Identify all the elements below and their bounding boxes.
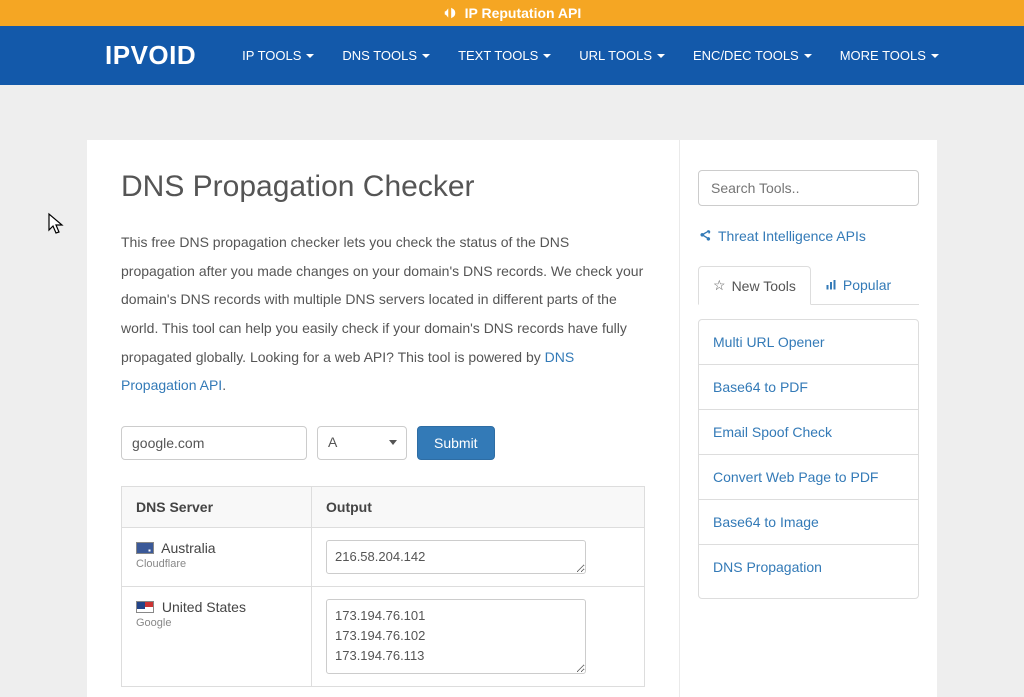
lookup-form: A Submit — [121, 426, 645, 460]
bullhorn-icon — [443, 6, 457, 20]
page-title: DNS Propagation Checker — [121, 170, 645, 204]
nav-url-tools[interactable]: URL TOOLS — [565, 26, 679, 85]
sidebar: Threat Intelligence APIs ☆ New Tools Pop… — [680, 140, 937, 697]
tab-popular[interactable]: Popular — [811, 266, 905, 304]
nav-more-tools[interactable]: MORE TOOLS — [826, 26, 953, 85]
search-input[interactable] — [698, 170, 919, 206]
nav-ip-tools[interactable]: IP TOOLS — [228, 26, 328, 85]
tool-item[interactable]: Multi URL Opener — [699, 320, 918, 365]
caret-icon — [804, 54, 812, 58]
tool-list[interactable]: Multi URL Opener Base64 to PDF Email Spo… — [698, 319, 919, 599]
tool-item[interactable]: Convert Web Page to PDF — [699, 455, 918, 500]
flag-icon-au — [136, 542, 154, 554]
server-country: Australia — [161, 540, 215, 556]
page-container: DNS Propagation Checker This free DNS pr… — [87, 140, 937, 697]
submit-button[interactable]: Submit — [417, 426, 495, 460]
server-country: United States — [162, 599, 246, 615]
main-content: DNS Propagation Checker This free DNS pr… — [87, 140, 680, 697]
flag-icon-us — [136, 601, 154, 613]
server-provider: Google — [136, 617, 297, 629]
caret-icon — [543, 54, 551, 58]
output-box[interactable]: 216.58.204.142 — [326, 540, 586, 574]
tab-new-tools[interactable]: ☆ New Tools — [698, 266, 811, 305]
brand-logo[interactable]: IPVOID — [105, 40, 196, 71]
threat-intelligence-link[interactable]: Threat Intelligence APIs — [698, 228, 866, 244]
cursor-icon — [47, 212, 67, 236]
top-banner[interactable]: IP Reputation API — [0, 0, 1024, 26]
tool-item[interactable]: DNS Propagation — [699, 545, 918, 589]
chevron-down-icon — [389, 440, 397, 445]
server-provider: Cloudflare — [136, 558, 297, 570]
table-row: Australia Cloudflare 216.58.204.142 — [122, 528, 645, 587]
caret-icon — [931, 54, 939, 58]
table-row: United States Google 173.194.76.101 173.… — [122, 587, 645, 686]
caret-icon — [422, 54, 430, 58]
tool-item[interactable]: Base64 to PDF — [699, 365, 918, 410]
nav-dns-tools[interactable]: DNS TOOLS — [328, 26, 444, 85]
navbar: IPVOID IP TOOLS DNS TOOLS TEXT TOOLS URL… — [0, 26, 1024, 85]
star-icon: ☆ — [713, 277, 726, 294]
bar-chart-icon — [825, 279, 837, 291]
share-icon — [698, 229, 712, 243]
banner-label: IP Reputation API — [465, 5, 582, 21]
tool-item[interactable]: Base64 to Image — [699, 500, 918, 545]
sidebar-tabs: ☆ New Tools Popular — [698, 266, 919, 305]
output-box[interactable]: 173.194.76.101 173.194.76.102 173.194.76… — [326, 599, 586, 673]
intro-text: This free DNS propagation checker lets y… — [121, 228, 645, 400]
nav-text-tools[interactable]: TEXT TOOLS — [444, 26, 565, 85]
tool-item[interactable]: Email Spoof Check — [699, 410, 918, 455]
caret-icon — [306, 54, 314, 58]
record-type-select[interactable]: A — [317, 426, 407, 460]
nav-encdec-tools[interactable]: ENC/DEC TOOLS — [679, 26, 826, 85]
col-header-server: DNS Server — [122, 487, 312, 528]
results-table: DNS Server Output Australia Cloudflare 2… — [121, 486, 645, 686]
col-header-output: Output — [312, 487, 645, 528]
caret-icon — [657, 54, 665, 58]
domain-input[interactable] — [121, 426, 307, 460]
